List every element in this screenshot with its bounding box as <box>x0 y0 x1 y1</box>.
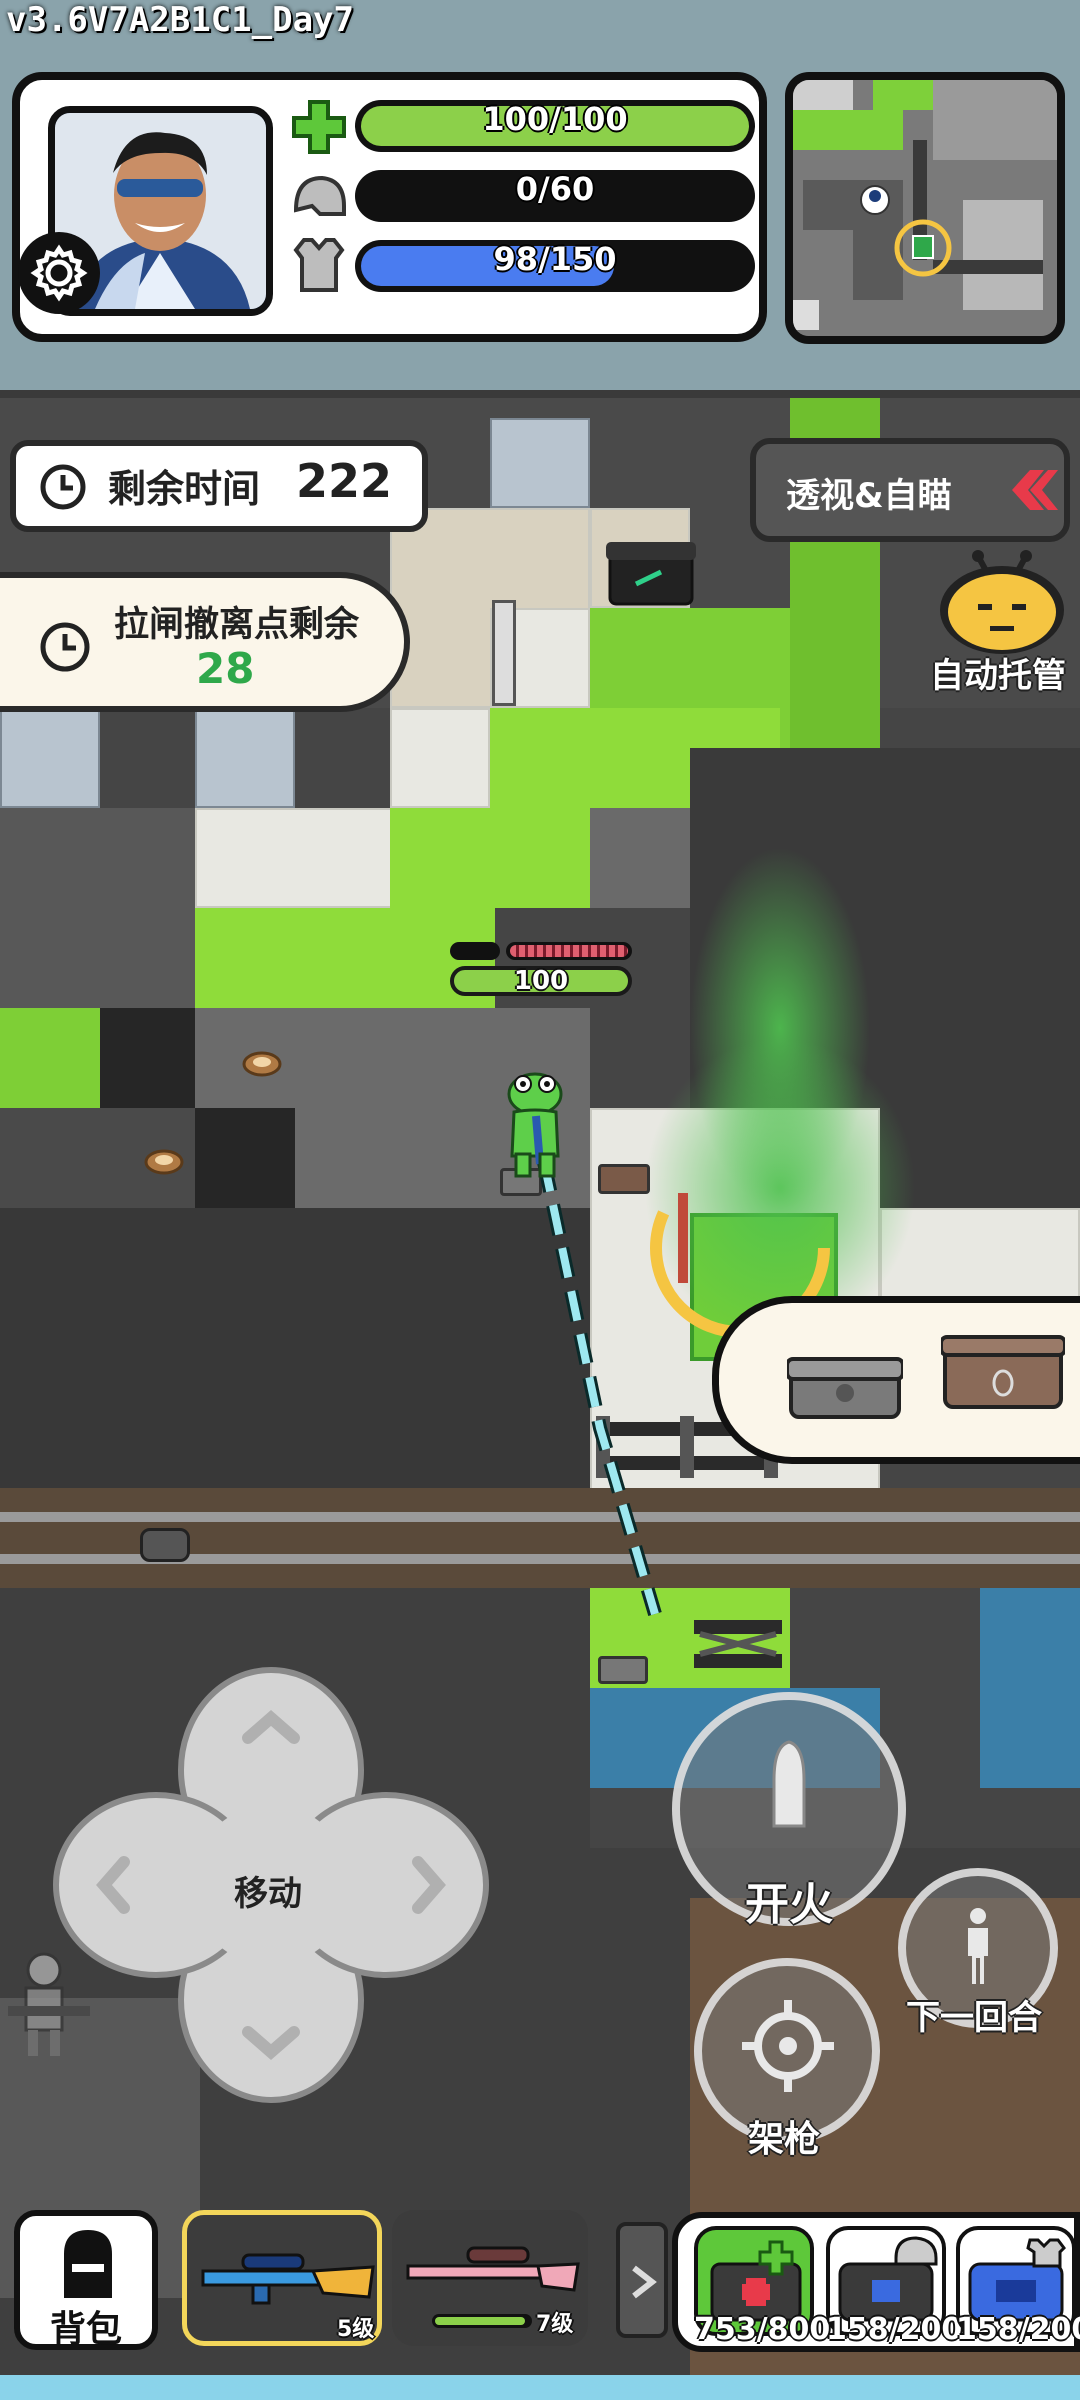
person-icon <box>968 1908 988 1984</box>
xray-aimbot-button[interactable]: 透视&自瞄 <box>750 438 1070 542</box>
minimap[interactable] <box>785 72 1065 344</box>
armor-bar: 98/150 <box>355 240 755 292</box>
health-value: 100/100 <box>482 100 628 138</box>
medkit-count: 753/800 <box>694 2312 831 2347</box>
soldier-figure <box>8 1952 90 2056</box>
xray-aimbot-label: 透视&自瞄 <box>786 476 952 516</box>
move-label: 移动 <box>234 1874 302 1914</box>
clock-icon <box>40 622 90 672</box>
player-health-value: 100 <box>513 966 569 996</box>
extraction-countdown-value: 28 <box>196 644 255 693</box>
clock-icon <box>40 464 86 510</box>
version-label: v3.6V7A2B1C1_Day7 <box>6 0 354 40</box>
frog-player-character <box>507 1072 563 1178</box>
remaining-time-panel: 剩余时间 222 <box>10 440 428 532</box>
settings-button[interactable] <box>18 232 100 314</box>
armor-vest-icon <box>293 238 345 292</box>
backpack-label: 背包 <box>50 2309 123 2350</box>
sniper-rifle-pink-icon <box>406 2246 580 2292</box>
extraction-countdown-panel: 拉闸撤离点剩余 28 <box>0 572 410 712</box>
metal-barrier <box>694 1620 782 1668</box>
health-cross-icon <box>292 100 346 154</box>
duffel-bag[interactable] <box>140 1528 190 1562</box>
weapon-slot-1[interactable]: 5级 <box>182 2210 382 2346</box>
red-arrow-icon <box>1012 470 1058 510</box>
loot-crate[interactable] <box>606 536 696 608</box>
player-health-bar: 100 <box>450 942 632 996</box>
sniper-rifle-blue-icon <box>201 2253 375 2305</box>
helmet-bar: 0/60 <box>355 170 755 222</box>
nearby-loot-panel <box>712 1296 1080 1464</box>
aim-trajectory <box>537 1160 662 1616</box>
weapon-slot-2[interactable]: 7级 <box>392 2210 588 2346</box>
remaining-time-label: 剩余时间 <box>108 467 261 511</box>
brown-loot-crate[interactable] <box>941 1333 1065 1413</box>
bottom-strip <box>0 2375 1080 2400</box>
bullet-icon <box>772 1740 806 1828</box>
stat-panel: 100/100 0/60 98/150 <box>12 72 767 342</box>
small-loot-box[interactable] <box>598 1656 648 1684</box>
backpack-icon <box>64 2230 112 2298</box>
gear-icon <box>30 244 88 302</box>
fire-label: 开火 <box>745 1879 833 1930</box>
chevron-right-icon <box>632 2265 657 2299</box>
health-bar: 100/100 <box>355 100 755 152</box>
auto-manage-label: 自动托管 <box>930 656 1066 696</box>
weapon-level: 7级 <box>536 2312 574 2337</box>
extraction-countdown-label: 拉闸撤离点剩余 <box>114 605 360 645</box>
armor-value: 98/150 <box>493 240 617 278</box>
bird-nest[interactable] <box>144 1148 184 1176</box>
expand-items-button[interactable] <box>616 2222 668 2338</box>
crosshair-icon <box>742 2000 834 2092</box>
gray-loot-crate[interactable] <box>787 1353 903 1423</box>
weapon-level: 5级 <box>337 2317 375 2342</box>
remaining-time-value: 222 <box>296 454 393 508</box>
next-round-label: 下一回合 <box>906 1998 1042 2038</box>
helmet-icon <box>293 175 346 216</box>
bird-nest[interactable] <box>242 1050 282 1078</box>
armor-repair-count: 158/200 <box>956 2312 1080 2347</box>
backpack-button[interactable]: 背包 <box>14 2210 158 2350</box>
auto-manage-button[interactable] <box>932 548 1072 658</box>
helmet-value: 0/60 <box>515 170 595 208</box>
mount-gun-label: 架枪 <box>748 2119 821 2160</box>
helmet-repair-count: 158/200 <box>826 2312 963 2347</box>
weapon-durability-bar <box>432 2314 532 2328</box>
